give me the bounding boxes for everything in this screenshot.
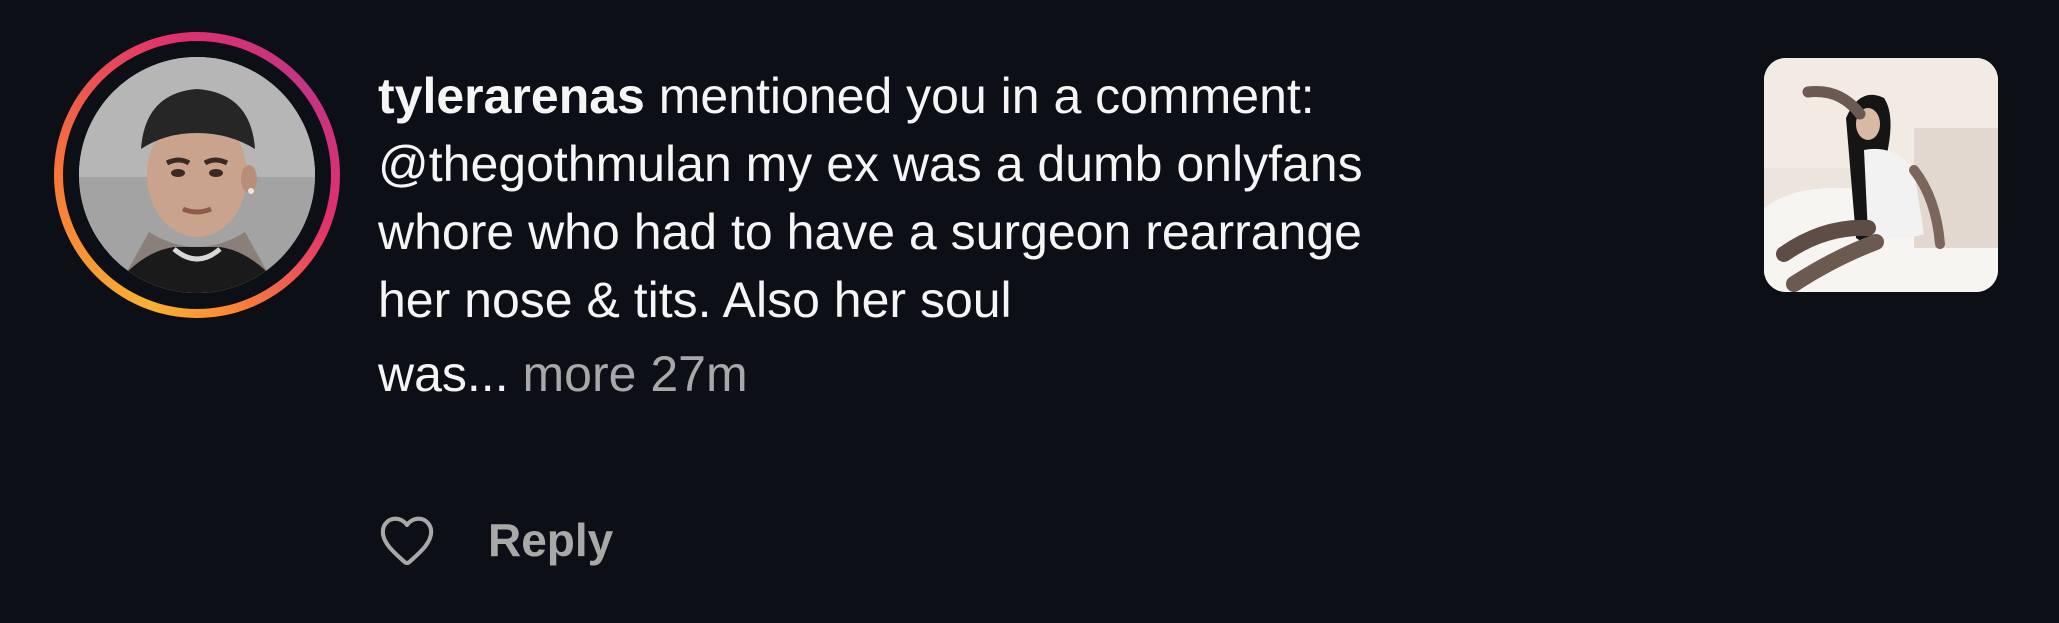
avatar[interactable]: [79, 57, 315, 293]
post-thumbnail[interactable]: [1764, 58, 1998, 292]
comment-line: whore who had to have a surgeon rearrang…: [378, 204, 1362, 260]
notification-actions: Reply: [378, 508, 613, 572]
like-button[interactable]: [378, 513, 436, 567]
comment-line: @thegothmulan my ex was a dumb onlyfans: [378, 136, 1363, 192]
reply-button[interactable]: Reply: [488, 513, 613, 567]
notification-message[interactable]: tylerarenas mentioned you in a comment: …: [378, 62, 1718, 408]
comment-tail: was...: [378, 346, 509, 402]
message-first-line: tylerarenas mentioned you in a comment:: [378, 62, 1718, 130]
timestamp: 27m: [650, 346, 748, 402]
username-link[interactable]: tylerarenas: [378, 68, 645, 124]
comment-line: her nose & tits. Also her soul: [378, 272, 1012, 328]
post-thumbnail-image: [1764, 58, 1998, 292]
action-text: mentioned you in a comment:: [644, 68, 1315, 124]
avatar-photo: [79, 57, 315, 293]
heart-icon: [380, 516, 434, 566]
more-link[interactable]: more: [523, 346, 637, 402]
story-ring[interactable]: [54, 32, 340, 318]
comment-meta-line: was... more 27m: [378, 340, 1718, 408]
mention-notification[interactable]: tylerarenas mentioned you in a comment: …: [0, 0, 2059, 623]
